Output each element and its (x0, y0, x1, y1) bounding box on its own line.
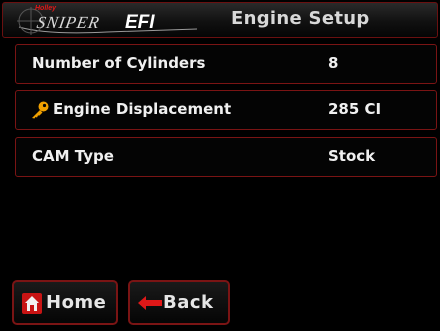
setting-row-engine-displacement[interactable]: Engine Displacement 285 CI (15, 90, 437, 130)
page-title: Engine Setup (231, 8, 370, 29)
logo-holley-text: Holley (35, 5, 57, 12)
home-button-label: Home (46, 292, 107, 313)
setting-label: Engine Displacement (53, 100, 232, 118)
home-icon (22, 293, 42, 314)
header-bar: Holley SNIPER EFI Engine Setup (2, 2, 438, 38)
back-button-label: Back (163, 292, 214, 313)
arrow-left-icon (138, 296, 162, 310)
setting-value: 285 CI (328, 100, 382, 118)
setting-row-number-of-cylinders[interactable]: Number of Cylinders 8 (15, 44, 437, 84)
setting-label: CAM Type (32, 147, 114, 165)
back-button[interactable]: Back (128, 280, 230, 325)
setting-value: 8 (328, 54, 339, 72)
setting-row-cam-type[interactable]: CAM Type Stock (15, 137, 437, 177)
home-button[interactable]: Home (12, 280, 118, 325)
setting-label: Number of Cylinders (32, 54, 206, 72)
setting-value: Stock (328, 147, 376, 165)
screen: Holley SNIPER EFI Engine Setup Number of… (0, 0, 440, 331)
logo-sniper-text: SNIPER (35, 13, 102, 32)
key-icon (32, 101, 49, 119)
sniper-efi-logo: Holley SNIPER EFI (17, 5, 207, 37)
logo-efi-text: EFI (125, 12, 155, 33)
